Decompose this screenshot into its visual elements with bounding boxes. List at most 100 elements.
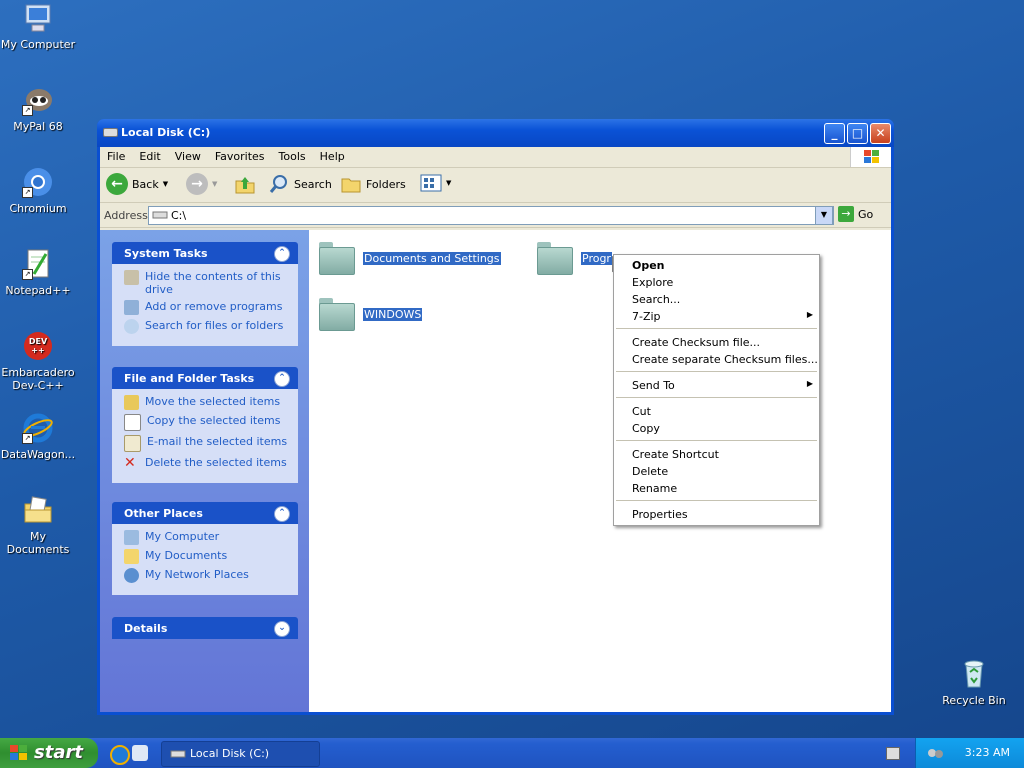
folder-documents-and-settings[interactable]: Documents and Settings	[317, 240, 501, 276]
folder-windows[interactable]: WINDOWS	[317, 296, 423, 332]
expand-chevron-icon[interactable]: ⌄	[274, 621, 290, 637]
views-button[interactable]: ▼	[420, 173, 451, 193]
address-input[interactable]: C:\	[148, 206, 834, 225]
menu-help[interactable]: Help	[313, 147, 352, 163]
desktop-icon-chromium[interactable]: ↗ Chromium	[0, 166, 78, 215]
desktop-icon-label: MyPal 68	[13, 120, 63, 133]
place-my-computer[interactable]: My Computer	[124, 530, 288, 545]
chevron-down-icon: ▼	[446, 179, 452, 187]
go-button[interactable]: → Go	[838, 206, 873, 222]
task-email-items[interactable]: E-mail the selected items	[124, 435, 288, 452]
menu-item-copy[interactable]: Copy	[614, 420, 819, 437]
forward-arrow-icon: →	[186, 173, 208, 195]
task-move-items[interactable]: Move the selected items	[124, 395, 288, 410]
menu-item-send-to[interactable]: Send To ▶	[614, 377, 819, 394]
quicklaunch-show-desktop-icon[interactable]	[132, 745, 148, 761]
menu-item-7zip[interactable]: 7-Zip ▶	[614, 308, 819, 325]
collapse-chevron-icon[interactable]: ⌃	[274, 506, 290, 522]
desktop-icon-datawagon[interactable]: ↗ DataWagon...	[0, 412, 78, 461]
my-documents-icon	[124, 549, 139, 564]
hide-contents-icon	[124, 270, 139, 285]
address-dropdown-button[interactable]: ▼	[815, 206, 833, 225]
menu-item-open[interactable]: Open	[614, 257, 819, 274]
task-add-remove-programs[interactable]: Add or remove programs	[124, 300, 288, 315]
menu-item-delete[interactable]: Delete	[614, 463, 819, 480]
network-tray-icon[interactable]	[926, 745, 946, 761]
task-delete-items[interactable]: ✕ Delete the selected items	[124, 456, 288, 471]
menu-view[interactable]: View	[168, 147, 208, 163]
system-tasks-header[interactable]: System Tasks ⌃	[112, 242, 298, 264]
menu-file[interactable]: File	[100, 147, 132, 163]
back-button[interactable]: ← Back ▼	[106, 173, 168, 195]
menu-item-properties[interactable]: Properties	[614, 506, 819, 523]
desktop-icon-devcpp[interactable]: DEV ++ Embarcadero Dev-C++	[0, 330, 78, 392]
menu-item-label: Create separate Checksum files...	[632, 353, 818, 366]
menu-item-explore[interactable]: Explore	[614, 274, 819, 291]
folder-label: WINDOWS	[363, 307, 423, 321]
menu-item-create-shortcut[interactable]: Create Shortcut	[614, 446, 819, 463]
svg-text:DEV: DEV	[29, 337, 48, 346]
folders-button[interactable]: Folders	[340, 173, 406, 195]
menu-edit[interactable]: Edit	[132, 147, 167, 163]
desktop-icon-recycle-bin[interactable]: Recycle Bin	[934, 658, 1014, 707]
recycle-bin-icon	[958, 658, 990, 690]
folder-icon	[535, 240, 573, 276]
minimize-button[interactable]: _	[824, 123, 845, 144]
menu-item-label: Create Shortcut	[632, 448, 719, 461]
task-label: Add or remove programs	[145, 300, 283, 313]
place-my-documents[interactable]: My Documents	[124, 549, 288, 564]
details-header[interactable]: Details ⌄	[112, 617, 298, 639]
other-places-header[interactable]: Other Places ⌃	[112, 502, 298, 524]
panel-title: File and Folder Tasks	[124, 372, 255, 385]
clock[interactable]: 3:23 AM	[965, 746, 1010, 759]
menu-item-rename[interactable]: Rename	[614, 480, 819, 497]
computer-icon	[22, 2, 54, 34]
close-button[interactable]: ✕	[870, 123, 891, 144]
desktop-icon-label: Notepad++	[5, 284, 71, 297]
window-titlebar[interactable]: Local Disk (C:) _ □ ✕	[97, 119, 894, 147]
menu-item-label: Send To	[632, 379, 675, 392]
file-folder-tasks-header[interactable]: File and Folder Tasks ⌃	[112, 367, 298, 389]
menu-item-cut[interactable]: Cut	[614, 403, 819, 420]
collapse-chevron-icon[interactable]: ⌃	[274, 371, 290, 387]
collapse-chevron-icon[interactable]: ⌃	[274, 246, 290, 262]
address-label: Address	[104, 209, 148, 222]
menu-item-label: Delete	[632, 465, 669, 478]
address-value: C:\	[171, 209, 187, 222]
keyboard-layout-icon[interactable]	[886, 747, 900, 760]
taskbar-window-label: Local Disk (C:)	[190, 747, 270, 760]
menu-item-create-separate-checksum[interactable]: Create separate Checksum files...	[614, 351, 819, 368]
menu-item-search[interactable]: Search...	[614, 291, 819, 308]
maximize-button[interactable]: □	[847, 123, 868, 144]
task-label: Move the selected items	[145, 395, 281, 408]
taskbar-window-button[interactable]: Local Disk (C:)	[161, 741, 320, 767]
menu-tools[interactable]: Tools	[272, 147, 313, 163]
details-panel: Details ⌄	[112, 617, 298, 639]
forward-button[interactable]: → ▼	[186, 173, 217, 195]
menu-favorites[interactable]: Favorites	[208, 147, 272, 163]
taskbar: start Local Disk (C:) 3:23 AM	[0, 738, 1024, 768]
desktop-icon-my-computer[interactable]: My Computer	[0, 2, 78, 51]
start-button[interactable]: start	[0, 738, 98, 768]
desktop-icon-label: Recycle Bin	[942, 694, 1006, 707]
context-menu: Open Explore Search... 7-Zip ▶ Create Che…	[613, 254, 820, 526]
panel-body: Hide the contents of this drive Add or r…	[112, 264, 298, 346]
delete-x-icon: ✕	[124, 455, 136, 471]
menu-item-label: Rename	[632, 482, 678, 495]
task-copy-items[interactable]: Copy the selected items	[124, 414, 288, 431]
task-hide-drive-contents[interactable]: Hide the contents of this drive	[124, 270, 288, 296]
task-label: Hide the contents of this drive	[145, 270, 281, 296]
panel-title: Other Places	[124, 507, 203, 520]
task-label: Delete the selected items	[145, 456, 287, 469]
folder-program-files[interactable]: Progr	[535, 240, 612, 276]
search-button[interactable]: Search	[268, 173, 332, 195]
desktop-icon-my-documents[interactable]: My Documents	[0, 494, 78, 556]
place-my-network-places[interactable]: My Network Places	[124, 568, 288, 583]
quicklaunch-ie-icon[interactable]	[110, 745, 130, 765]
menu-item-create-checksum[interactable]: Create Checksum file...	[614, 334, 819, 351]
desktop-icon-notepadpp[interactable]: ↗ Notepad++	[0, 248, 78, 297]
windows-logo-icon	[850, 147, 891, 167]
up-folder-button[interactable]	[234, 173, 256, 195]
desktop-icon-mypal[interactable]: ↗ MyPal 68	[0, 84, 78, 133]
task-search-files[interactable]: Search for files or folders	[124, 319, 288, 334]
